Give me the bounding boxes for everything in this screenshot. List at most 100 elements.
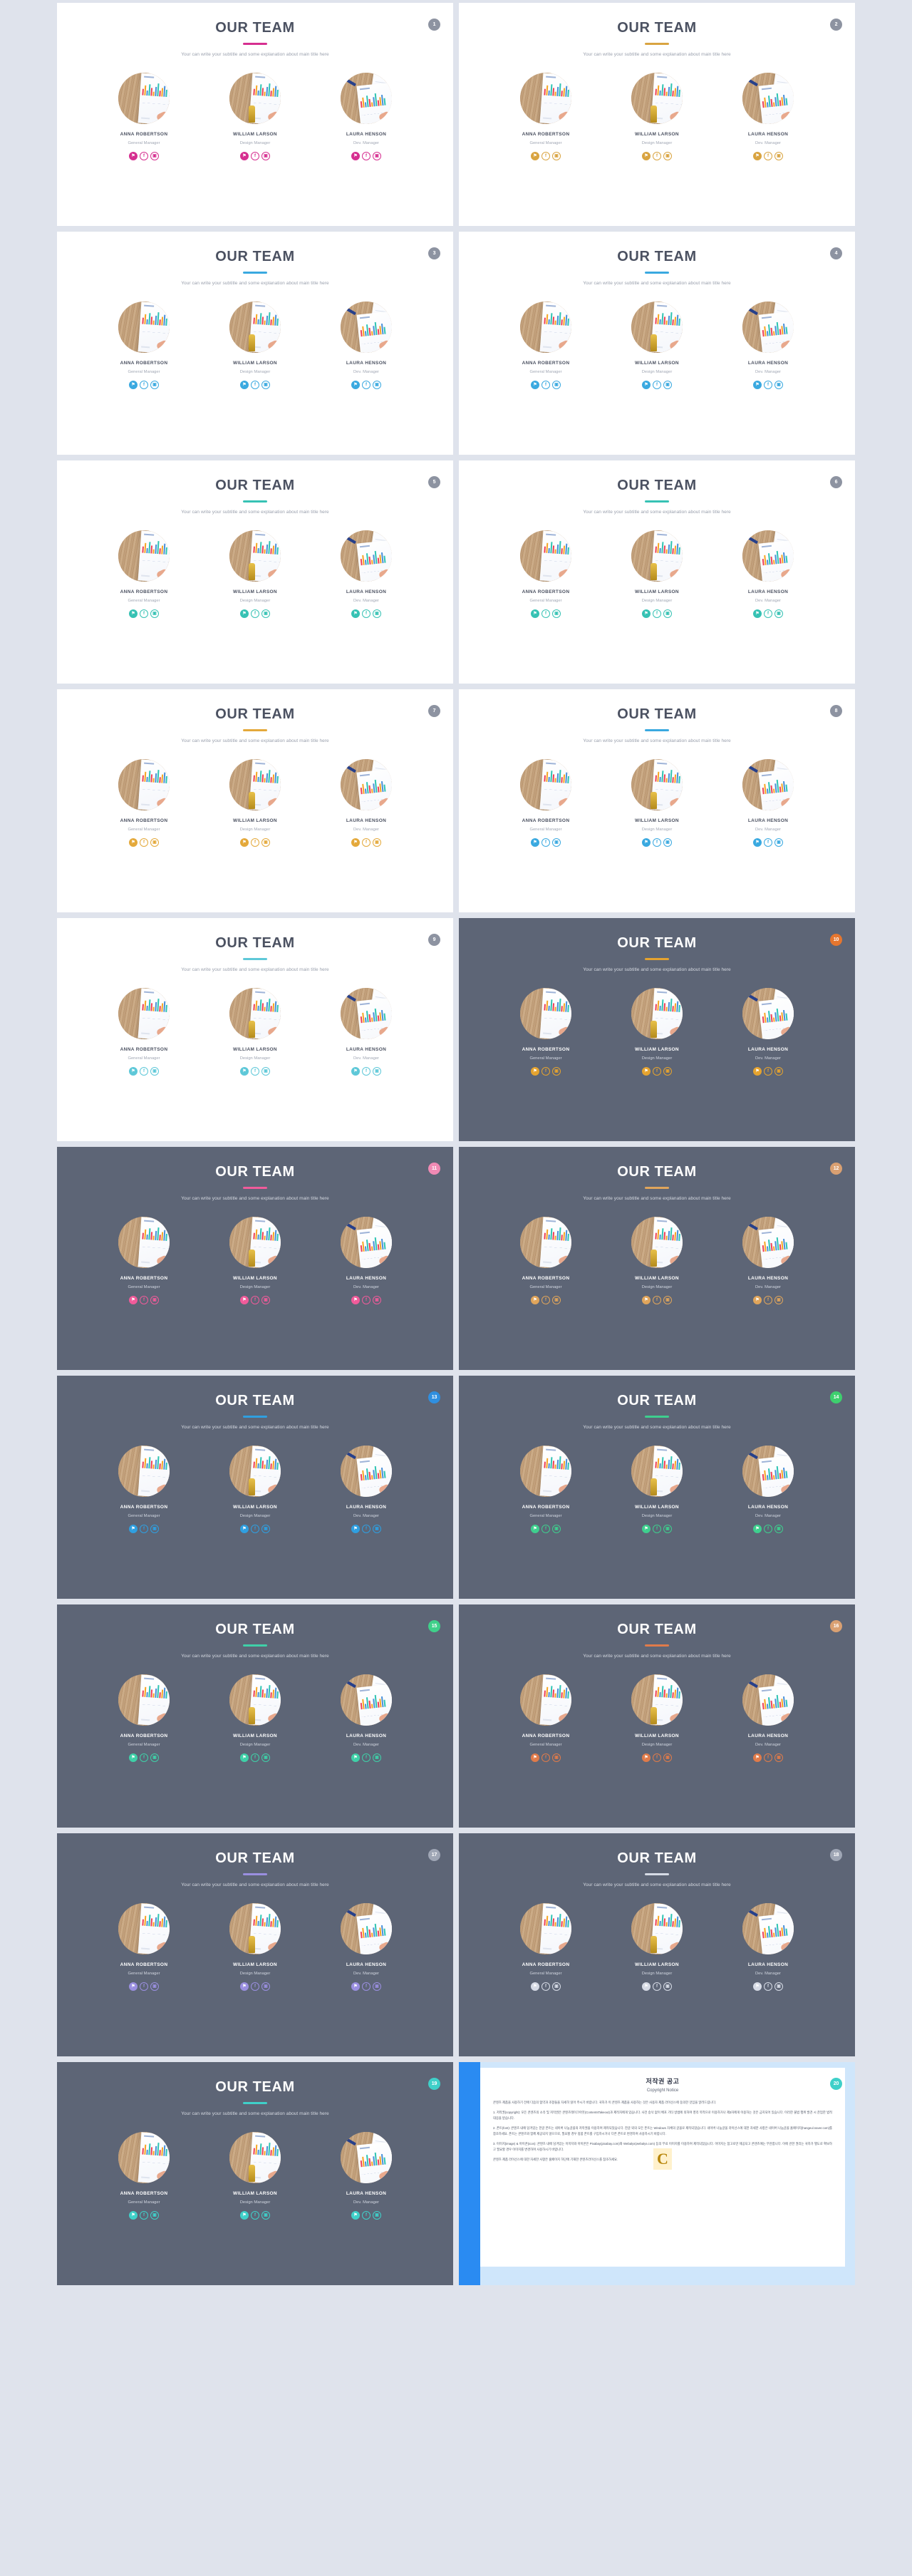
- facebook-icon[interactable]: f: [653, 1296, 661, 1304]
- instagram-icon[interactable]: ▣: [261, 838, 270, 847]
- twitter-icon[interactable]: ⚑: [351, 609, 360, 618]
- facebook-icon[interactable]: f: [362, 152, 370, 160]
- twitter-icon[interactable]: ⚑: [351, 381, 360, 389]
- instagram-icon[interactable]: ▣: [663, 152, 672, 160]
- team-member-card[interactable]: ANNA ROBERTSON General Manager ⚑ f ▣: [105, 302, 182, 389]
- facebook-icon[interactable]: f: [653, 1067, 661, 1076]
- instagram-icon[interactable]: ▣: [373, 1525, 381, 1533]
- instagram-icon[interactable]: ▣: [663, 609, 672, 618]
- twitter-icon[interactable]: ⚑: [753, 1067, 762, 1076]
- instagram-icon[interactable]: ▣: [663, 381, 672, 389]
- instagram-icon[interactable]: ▣: [373, 152, 381, 160]
- facebook-icon[interactable]: f: [140, 2211, 148, 2220]
- team-member-card[interactable]: WILLIAM LARSON Design Manager ⚑ f ▣: [217, 2132, 294, 2220]
- instagram-icon[interactable]: ▣: [774, 1753, 783, 1762]
- instagram-icon[interactable]: ▣: [774, 381, 783, 389]
- instagram-icon[interactable]: ▣: [774, 1982, 783, 1991]
- twitter-icon[interactable]: ⚑: [351, 1982, 360, 1991]
- instagram-icon[interactable]: ▣: [663, 838, 672, 847]
- twitter-icon[interactable]: ⚑: [753, 1753, 762, 1762]
- facebook-icon[interactable]: f: [542, 1296, 550, 1304]
- facebook-icon[interactable]: f: [140, 152, 148, 160]
- facebook-icon[interactable]: f: [362, 1525, 370, 1533]
- team-member-card[interactable]: WILLIAM LARSON Design Manager ⚑ f ▣: [618, 1903, 695, 1991]
- twitter-icon[interactable]: ⚑: [531, 1982, 539, 1991]
- instagram-icon[interactable]: ▣: [261, 1296, 270, 1304]
- team-member-card[interactable]: ANNA ROBERTSON General Manager ⚑ f ▣: [507, 1903, 584, 1991]
- facebook-icon[interactable]: f: [140, 609, 148, 618]
- facebook-icon[interactable]: f: [251, 1067, 259, 1076]
- facebook-icon[interactable]: f: [542, 381, 550, 389]
- team-member-card[interactable]: LAURA HENSON Dev. Manager ⚑ f ▣: [730, 1674, 807, 1762]
- facebook-icon[interactable]: f: [362, 381, 370, 389]
- instagram-icon[interactable]: ▣: [373, 1067, 381, 1076]
- team-member-card[interactable]: LAURA HENSON Dev. Manager ⚑ f ▣: [730, 73, 807, 160]
- twitter-icon[interactable]: ⚑: [753, 1982, 762, 1991]
- team-member-card[interactable]: LAURA HENSON Dev. Manager ⚑ f ▣: [730, 530, 807, 618]
- facebook-icon[interactable]: f: [653, 1753, 661, 1762]
- team-member-card[interactable]: WILLIAM LARSON Design Manager ⚑ f ▣: [217, 73, 294, 160]
- facebook-icon[interactable]: f: [542, 1067, 550, 1076]
- instagram-icon[interactable]: ▣: [150, 152, 159, 160]
- slide-thumbnail-16[interactable]: 16 OUR TEAM Your can write your subtitle a…: [459, 1604, 855, 1828]
- twitter-icon[interactable]: ⚑: [240, 1067, 249, 1076]
- team-member-card[interactable]: LAURA HENSON Dev. Manager ⚑ f ▣: [328, 1446, 405, 1533]
- instagram-icon[interactable]: ▣: [552, 609, 561, 618]
- twitter-icon[interactable]: ⚑: [351, 152, 360, 160]
- twitter-icon[interactable]: ⚑: [129, 152, 138, 160]
- team-member-card[interactable]: LAURA HENSON Dev. Manager ⚑ f ▣: [730, 1903, 807, 1991]
- team-member-card[interactable]: LAURA HENSON Dev. Manager ⚑ f ▣: [730, 1446, 807, 1533]
- twitter-icon[interactable]: ⚑: [531, 152, 539, 160]
- facebook-icon[interactable]: f: [362, 1982, 370, 1991]
- instagram-icon[interactable]: ▣: [552, 1067, 561, 1076]
- twitter-icon[interactable]: ⚑: [642, 1753, 651, 1762]
- facebook-icon[interactable]: f: [653, 381, 661, 389]
- facebook-icon[interactable]: f: [251, 1296, 259, 1304]
- twitter-icon[interactable]: ⚑: [642, 1982, 651, 1991]
- team-member-card[interactable]: ANNA ROBERTSON General Manager ⚑ f ▣: [507, 988, 584, 1076]
- team-member-card[interactable]: ANNA ROBERTSON General Manager ⚑ f ▣: [105, 759, 182, 847]
- twitter-icon[interactable]: ⚑: [129, 1982, 138, 1991]
- facebook-icon[interactable]: f: [140, 1296, 148, 1304]
- twitter-icon[interactable]: ⚑: [753, 838, 762, 847]
- facebook-icon[interactable]: f: [140, 838, 148, 847]
- twitter-icon[interactable]: ⚑: [531, 381, 539, 389]
- twitter-icon[interactable]: ⚑: [642, 1525, 651, 1533]
- instagram-icon[interactable]: ▣: [552, 1525, 561, 1533]
- facebook-icon[interactable]: f: [764, 838, 772, 847]
- twitter-icon[interactable]: ⚑: [129, 1753, 138, 1762]
- twitter-icon[interactable]: ⚑: [642, 609, 651, 618]
- team-member-card[interactable]: ANNA ROBERTSON General Manager ⚑ f ▣: [507, 73, 584, 160]
- instagram-icon[interactable]: ▣: [150, 381, 159, 389]
- team-member-card[interactable]: ANNA ROBERTSON General Manager ⚑ f ▣: [507, 1217, 584, 1304]
- instagram-icon[interactable]: ▣: [261, 381, 270, 389]
- instagram-icon[interactable]: ▣: [373, 1982, 381, 1991]
- team-member-card[interactable]: LAURA HENSON Dev. Manager ⚑ f ▣: [730, 988, 807, 1076]
- twitter-icon[interactable]: ⚑: [351, 1753, 360, 1762]
- instagram-icon[interactable]: ▣: [150, 838, 159, 847]
- instagram-icon[interactable]: ▣: [663, 1525, 672, 1533]
- instagram-icon[interactable]: ▣: [552, 1753, 561, 1762]
- twitter-icon[interactable]: ⚑: [240, 1525, 249, 1533]
- team-member-card[interactable]: ANNA ROBERTSON General Manager ⚑ f ▣: [507, 759, 584, 847]
- facebook-icon[interactable]: f: [653, 838, 661, 847]
- instagram-icon[interactable]: ▣: [373, 838, 381, 847]
- instagram-icon[interactable]: ▣: [663, 1982, 672, 1991]
- team-member-card[interactable]: WILLIAM LARSON Design Manager ⚑ f ▣: [618, 1217, 695, 1304]
- facebook-icon[interactable]: f: [251, 1982, 259, 1991]
- facebook-icon[interactable]: f: [251, 381, 259, 389]
- team-member-card[interactable]: LAURA HENSON Dev. Manager ⚑ f ▣: [328, 530, 405, 618]
- facebook-icon[interactable]: f: [542, 152, 550, 160]
- facebook-icon[interactable]: f: [251, 1525, 259, 1533]
- team-member-card[interactable]: WILLIAM LARSON Design Manager ⚑ f ▣: [217, 1674, 294, 1762]
- twitter-icon[interactable]: ⚑: [240, 609, 249, 618]
- slide-thumbnail-7[interactable]: 7 OUR TEAM Your can write your subtitle an…: [57, 689, 453, 912]
- twitter-icon[interactable]: ⚑: [240, 1296, 249, 1304]
- facebook-icon[interactable]: f: [251, 152, 259, 160]
- twitter-icon[interactable]: ⚑: [642, 1067, 651, 1076]
- twitter-icon[interactable]: ⚑: [129, 1525, 138, 1533]
- team-member-card[interactable]: WILLIAM LARSON Design Manager ⚑ f ▣: [217, 1446, 294, 1533]
- twitter-icon[interactable]: ⚑: [240, 381, 249, 389]
- twitter-icon[interactable]: ⚑: [240, 1753, 249, 1762]
- twitter-icon[interactable]: ⚑: [351, 838, 360, 847]
